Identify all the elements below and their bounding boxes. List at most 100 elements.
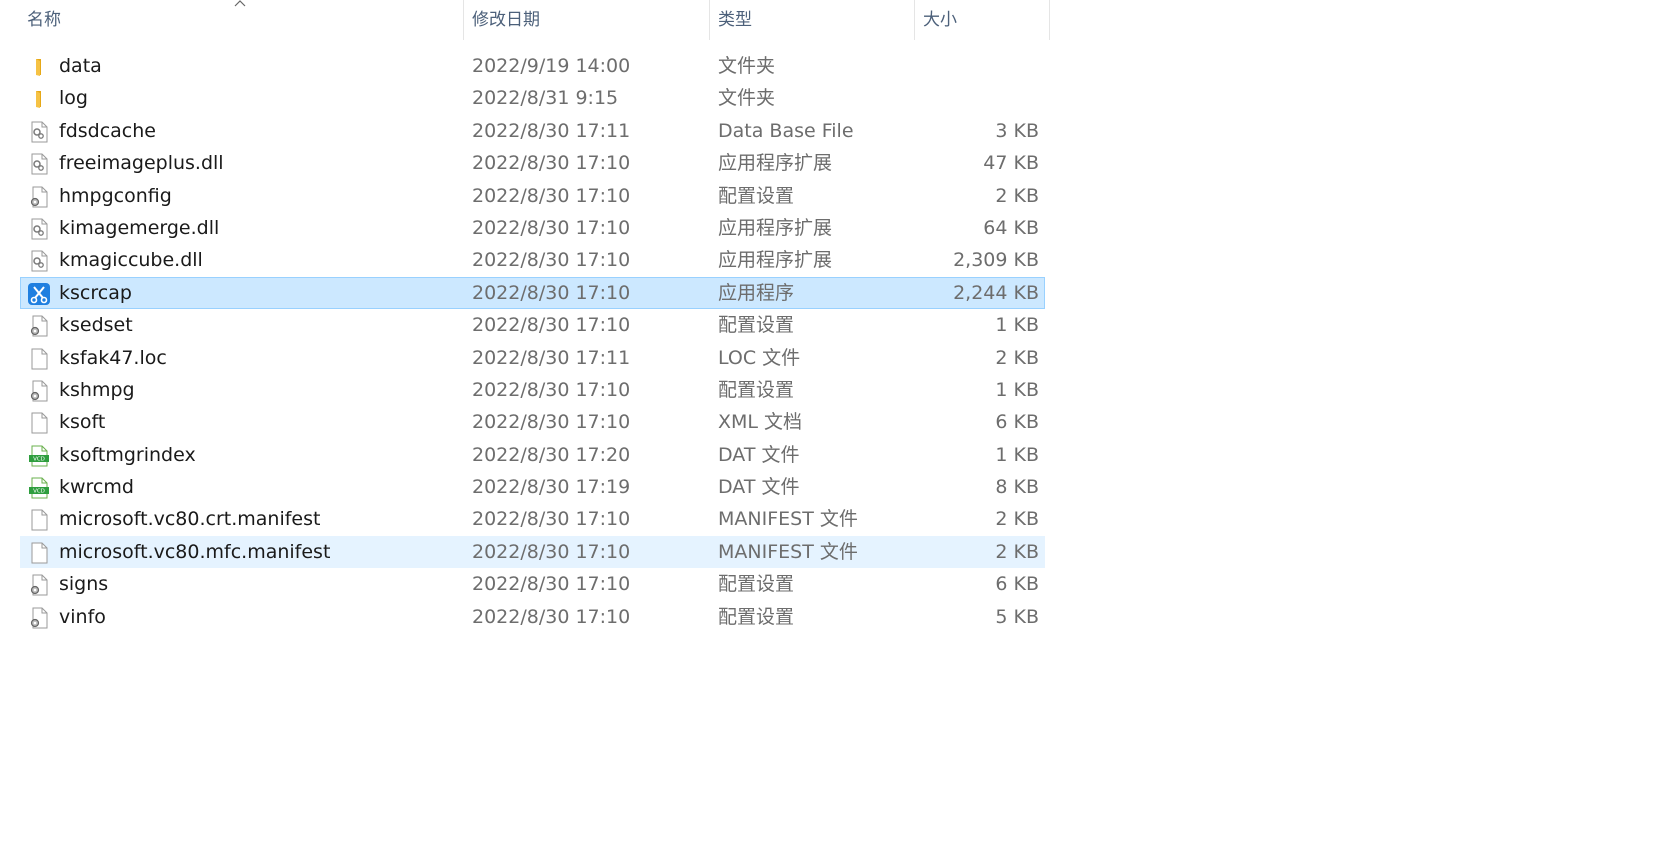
folder-icon: [27, 87, 51, 111]
file-size: 2,309 KB: [953, 249, 1039, 272]
vcd-label: VCD: [33, 456, 45, 462]
blank-file-icon: [27, 508, 51, 532]
file-type: 应用程序: [718, 281, 795, 304]
file-type: 应用程序扩展: [718, 216, 833, 239]
vcd-label: VCD: [33, 489, 45, 495]
file-type: MANIFEST 文件: [718, 508, 858, 531]
config-file-icon: [27, 606, 51, 630]
gear-file-icon: [27, 249, 51, 273]
config-file-icon: [27, 185, 51, 209]
file-type: 配置设置: [718, 573, 795, 596]
file-name: freeimageplus.dll: [59, 152, 224, 175]
file-size: 1 KB: [995, 314, 1039, 337]
file-name: ksoftmgrindex: [59, 443, 196, 466]
file-name: kscrcap: [59, 281, 132, 304]
file-size: 3 KB: [995, 119, 1039, 142]
config-file-icon: [27, 314, 51, 338]
file-name: kshmpg: [59, 378, 135, 401]
file-row[interactable]: signs 2022/8/30 17:10 配置设置 6 KB: [20, 568, 1045, 600]
file-name: data: [59, 55, 102, 77]
file-type: LOC 文件: [718, 346, 801, 369]
file-type: 配置设置: [718, 314, 795, 337]
file-type: DAT 文件: [718, 443, 800, 466]
file-row[interactable]: data 2022/9/19 14:00 文件夹: [20, 50, 1045, 82]
file-name: kimagemerge.dll: [59, 216, 220, 239]
file-type: Data Base File: [718, 119, 854, 142]
file-explorer: 名称 修改日期 类型 大小 data 2022/9/19 14:00 文件夹 log 2…: [0, 0, 1680, 862]
file-row[interactable]: kshmpg 2022/8/30 17:10 配置设置 1 KB: [20, 374, 1045, 406]
file-size: 47 KB: [983, 152, 1039, 175]
file-size: 1 KB: [995, 378, 1039, 401]
file-row[interactable]: kimagemerge.dll 2022/8/30 17:10 应用程序扩展 64 K…: [20, 212, 1045, 244]
file-row[interactable]: freeimageplus.dll 2022/8/30 17:10 应用程序扩展 47…: [20, 147, 1045, 179]
file-date: 2022/8/30 17:11: [472, 119, 631, 142]
gear-file-icon: [27, 120, 51, 144]
file-date: 2022/8/30 17:20: [472, 443, 631, 466]
file-row[interactable]: VCD ksoftmgrindex 2022/8/30 17:20 DAT 文件 1 K…: [20, 439, 1045, 471]
file-row[interactable]: kscrcap 2022/8/30 17:10 应用程序 2,244 KB: [20, 276, 1045, 310]
blank-file-icon: [27, 411, 51, 435]
blank-file-icon: [27, 541, 51, 565]
file-size: 2 KB: [995, 184, 1039, 207]
file-name: kwrcmd: [59, 476, 134, 499]
file-date: 2022/8/30 17:10: [472, 573, 631, 596]
scissors-app-icon: [27, 282, 51, 306]
file-date: 2022/8/30 17:11: [472, 346, 631, 369]
file-size: 2 KB: [995, 540, 1039, 563]
config-file-icon: [27, 573, 51, 597]
file-row[interactable]: ksfak47.loc 2022/8/30 17:11 LOC 文件 2 KB: [20, 342, 1045, 374]
file-row[interactable]: ksoft 2022/8/30 17:10 XML 文档 6 KB: [20, 406, 1045, 438]
file-type: MANIFEST 文件: [718, 540, 858, 563]
file-name: hmpgconfig: [59, 184, 172, 207]
column-header-bar: 名称 修改日期 类型 大小: [0, 0, 1050, 40]
file-type: 文件夹: [718, 55, 776, 77]
file-date: 2022/8/30 17:10: [472, 216, 631, 239]
file-row[interactable]: ksedset 2022/8/30 17:10 配置设置 1 KB: [20, 309, 1045, 341]
file-type: DAT 文件: [718, 476, 800, 499]
file-name: microsoft.vc80.crt.manifest: [59, 508, 321, 531]
file-row[interactable]: kmagiccube.dll 2022/8/30 17:10 应用程序扩展 2,309…: [20, 244, 1045, 276]
file-date: 2022/8/30 17:10: [472, 605, 631, 628]
blank-file-icon: [27, 347, 51, 371]
file-name: fdsdcache: [59, 119, 156, 142]
file-size: 6 KB: [995, 573, 1039, 596]
file-row[interactable]: fdsdcache 2022/8/30 17:11 Data Base File 3 …: [20, 115, 1045, 147]
folder-icon: [27, 55, 51, 79]
sort-ascending-icon: [234, 0, 246, 7]
file-name: signs: [59, 573, 109, 596]
column-header-date[interactable]: 修改日期: [464, 0, 710, 40]
file-row[interactable]: VCD kwrcmd 2022/8/30 17:19 DAT 文件 8 KB: [20, 471, 1045, 503]
vcd-file-icon: VCD: [27, 444, 51, 468]
file-row[interactable]: microsoft.vc80.mfc.manifest 2022/8/30 17:…: [20, 535, 1045, 569]
file-date: 2022/8/30 17:10: [472, 508, 631, 531]
file-type: 配置设置: [718, 605, 795, 628]
file-size: 2 KB: [995, 508, 1039, 531]
file-row[interactable]: vinfo 2022/8/30 17:10 配置设置 5 KB: [20, 601, 1045, 633]
file-date: 2022/8/30 17:19: [472, 476, 631, 499]
column-header-type[interactable]: 类型: [710, 0, 915, 40]
column-header-size[interactable]: 大小: [915, 0, 1050, 40]
file-row[interactable]: hmpgconfig 2022/8/30 17:10 配置设置 2 KB: [20, 180, 1045, 212]
file-name: ksoft: [59, 411, 106, 434]
file-type: 应用程序扩展: [718, 152, 833, 175]
file-size: 64 KB: [983, 216, 1039, 239]
file-type: 配置设置: [718, 378, 795, 401]
vcd-file-icon: VCD: [27, 476, 51, 500]
file-row[interactable]: log 2022/8/31 9:15 文件夹: [20, 82, 1045, 114]
file-name: kmagiccube.dll: [59, 249, 203, 272]
file-date: 2022/8/30 17:10: [472, 184, 631, 207]
file-date: 2022/9/19 14:00: [472, 55, 631, 77]
file-name: log: [59, 87, 88, 110]
file-date: 2022/8/30 17:10: [472, 152, 631, 175]
file-size: 2 KB: [995, 346, 1039, 369]
file-list: data 2022/9/19 14:00 文件夹 log 2022/8/31 9:15 文…: [20, 50, 1045, 633]
file-type: 文件夹: [718, 87, 776, 110]
file-row[interactable]: microsoft.vc80.crt.manifest 2022/8/30 17:…: [20, 503, 1045, 535]
file-type: 配置设置: [718, 184, 795, 207]
file-size: 5 KB: [995, 605, 1039, 628]
file-type: 应用程序扩展: [718, 249, 833, 272]
file-size: 6 KB: [995, 411, 1039, 434]
file-name: ksedset: [59, 314, 133, 337]
file-date: 2022/8/30 17:10: [472, 249, 631, 272]
gear-file-icon: [27, 152, 51, 176]
